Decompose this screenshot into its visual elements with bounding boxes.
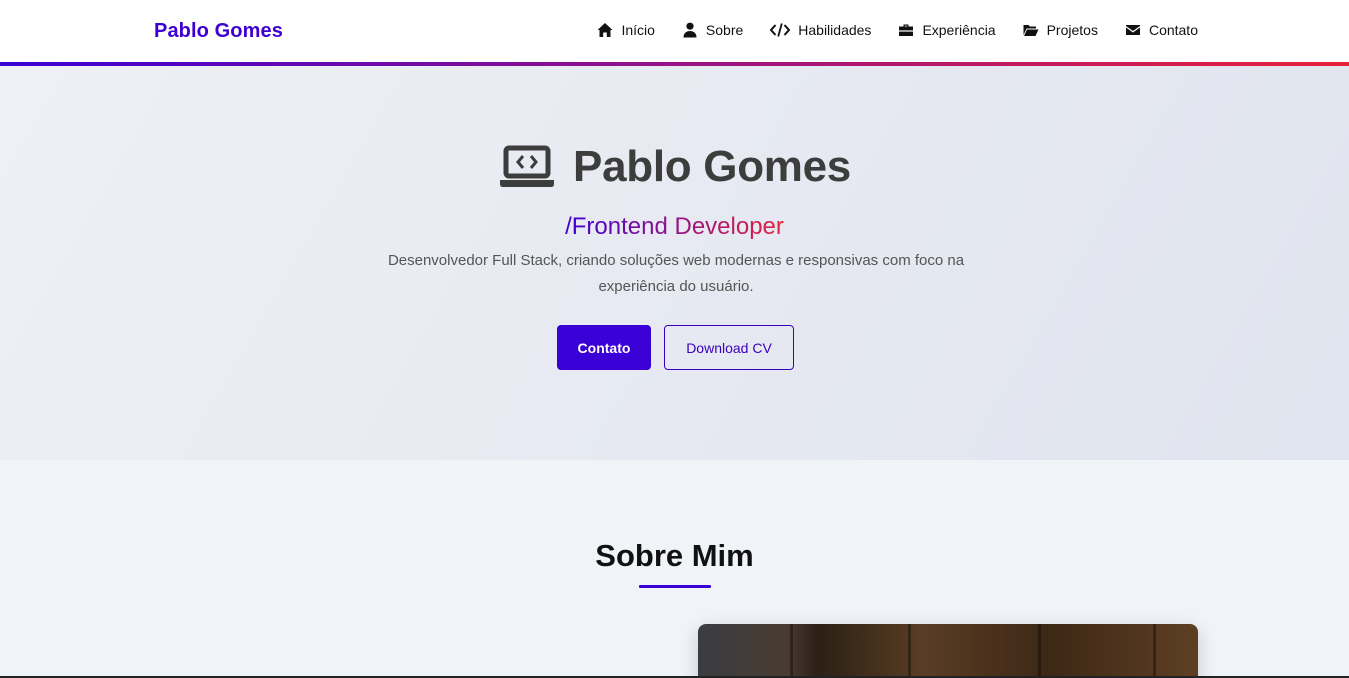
nav-item-sobre[interactable]: Sobre xyxy=(682,22,743,38)
about-title-underline xyxy=(639,585,711,588)
nav-item-experiencia[interactable]: Experiência xyxy=(898,22,996,38)
nav-links: Início Sobre Habilidades Experiência Pro… xyxy=(597,22,1198,38)
nav-item-contato[interactable]: Contato xyxy=(1125,22,1198,38)
nav-item-inicio[interactable]: Início xyxy=(597,22,655,38)
nav-item-label: Início xyxy=(621,22,655,38)
photo-detail xyxy=(790,624,793,678)
nav-item-label: Sobre xyxy=(705,22,744,38)
nav-item-habilidades[interactable]: Habilidades xyxy=(770,22,871,38)
nav-item-label: Contato xyxy=(1148,22,1198,38)
hero-section: Pablo Gomes /Frontend Developer Desenvol… xyxy=(0,66,1349,460)
nav-item-label: Experiência xyxy=(922,22,996,38)
laptop-code-icon xyxy=(500,145,555,187)
photo-detail xyxy=(908,624,911,678)
download-cv-button[interactable]: Download CV xyxy=(664,325,794,370)
photo-detail xyxy=(1153,624,1156,678)
hero-role: /Frontend Developer xyxy=(0,213,1349,241)
briefcase-icon xyxy=(899,24,914,36)
hero-role-text: /Frontend Developer xyxy=(565,213,784,240)
code-icon xyxy=(770,23,791,37)
envelope-icon xyxy=(1125,25,1140,35)
hero-name: Pablo Gomes xyxy=(573,142,851,191)
nav-item-label: Projetos xyxy=(1046,22,1098,38)
hero-title: Pablo Gomes xyxy=(0,142,1349,192)
user-icon xyxy=(683,22,697,38)
hero-description: Desenvolvedor Full Stack, criando soluçõ… xyxy=(387,252,965,295)
nav-item-projetos[interactable]: Projetos xyxy=(1023,22,1098,38)
brand-logo[interactable]: Pablo Gomes xyxy=(154,20,283,43)
about-photo xyxy=(698,624,1198,678)
about-title: Sobre Mim xyxy=(595,538,754,573)
contact-button[interactable]: Contato xyxy=(557,325,651,370)
home-icon xyxy=(597,23,613,37)
nav-item-label: Habilidades xyxy=(798,22,872,38)
folder-open-icon xyxy=(1023,25,1039,36)
photo-detail xyxy=(1038,624,1041,678)
navbar: Pablo Gomes Início Sobre Habilidades Exp… xyxy=(0,0,1349,66)
